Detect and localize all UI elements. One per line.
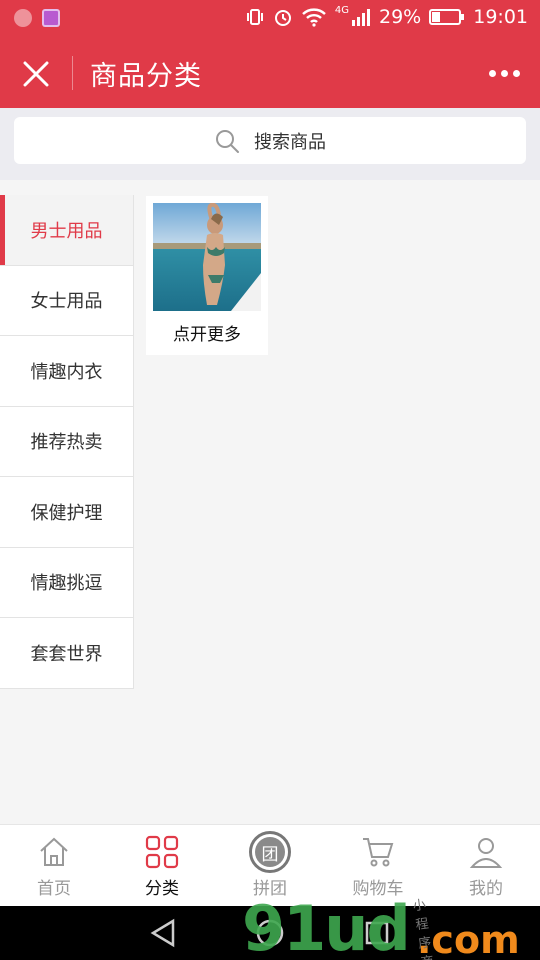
more-dots-icon	[488, 69, 496, 77]
category-sidebar: 男士用品女士用品情趣内衣推荐热卖保健护理情趣挑逗套套世界	[0, 195, 134, 689]
sidebar-item-2[interactable]: 情趣内衣	[0, 336, 133, 407]
watermark-main: 91ud	[242, 892, 411, 960]
search-input[interactable]: 搜索商品	[14, 117, 526, 164]
sidebar-item-4[interactable]: 保健护理	[0, 477, 133, 548]
product-card[interactable]: 点开更多	[146, 196, 268, 355]
close-button[interactable]	[14, 52, 58, 96]
cart-icon	[361, 835, 395, 869]
back-button[interactable]	[143, 913, 183, 953]
sidebar-item-label: 套套世界	[30, 643, 103, 665]
sidebar-item-6[interactable]: 套套世界	[0, 618, 133, 689]
search-bar-container: 搜索商品	[0, 108, 540, 180]
clock: 19:01	[473, 6, 528, 28]
sidebar-item-label: 女士用品	[30, 291, 103, 313]
sidebar-item-label: 情趣内衣	[30, 361, 103, 383]
more-dot	[500, 69, 508, 77]
view-more-label: 点开更多	[173, 325, 241, 345]
more-dot	[512, 69, 520, 77]
nav-item-profile[interactable]: 我的	[432, 825, 540, 906]
nav-item-home[interactable]: 首页	[0, 825, 108, 906]
nav-item-category[interactable]: 分类	[108, 825, 216, 906]
battery-fill	[432, 12, 441, 22]
page-title: 商品分类	[90, 61, 202, 92]
system-indicators: 4G 29% 19:01	[245, 4, 528, 28]
sidebar-item-3[interactable]: 推荐热卖	[0, 406, 133, 477]
header-divider	[72, 56, 73, 90]
battery-icon	[429, 9, 465, 25]
nav-label-category: 分类	[145, 879, 179, 899]
status-bar: 4G 29% 19:01	[0, 0, 540, 38]
watermark: 91ud .com 小程序商店	[242, 892, 520, 960]
search-icon	[216, 129, 239, 153]
group-buy-badge: 团	[255, 837, 285, 867]
user-icon	[469, 835, 503, 869]
sidebar-item-label: 保健护理	[30, 502, 103, 524]
gallery-icon	[42, 9, 60, 27]
signal-icon	[352, 9, 370, 26]
sidebar-item-0[interactable]: 男士用品	[0, 195, 133, 266]
wifi-icon	[302, 8, 326, 27]
vibrate-icon	[246, 9, 263, 25]
category-content: 点开更多	[134, 180, 540, 824]
home-icon	[37, 835, 71, 869]
notification-icons	[14, 9, 60, 27]
close-icon	[23, 61, 49, 87]
sidebar-item-label: 情趣挑逗	[30, 573, 103, 595]
more-button[interactable]	[482, 58, 526, 88]
app-icon	[14, 9, 32, 27]
nav-label-home: 首页	[37, 879, 71, 899]
sidebar-item-1[interactable]: 女士用品	[0, 265, 133, 336]
product-photo	[153, 203, 261, 311]
alarm-icon	[274, 10, 291, 26]
sidebar-item-label: 男士用品	[30, 220, 103, 242]
network-type: 4G	[334, 4, 349, 16]
sidebar-item-5[interactable]: 情趣挑逗	[0, 547, 133, 618]
sidebar-item-label: 推荐热卖	[30, 432, 103, 454]
battery-percent: 29%	[379, 6, 422, 28]
search-placeholder: 搜索商品	[254, 131, 326, 153]
back-icon	[150, 918, 175, 948]
product-photo-graphic	[153, 203, 261, 311]
nav-label-profile: 我的	[469, 879, 503, 899]
header: 商品分类	[0, 38, 540, 108]
group-buy-icon: 团	[249, 831, 291, 873]
category-grid-icon	[145, 835, 179, 869]
